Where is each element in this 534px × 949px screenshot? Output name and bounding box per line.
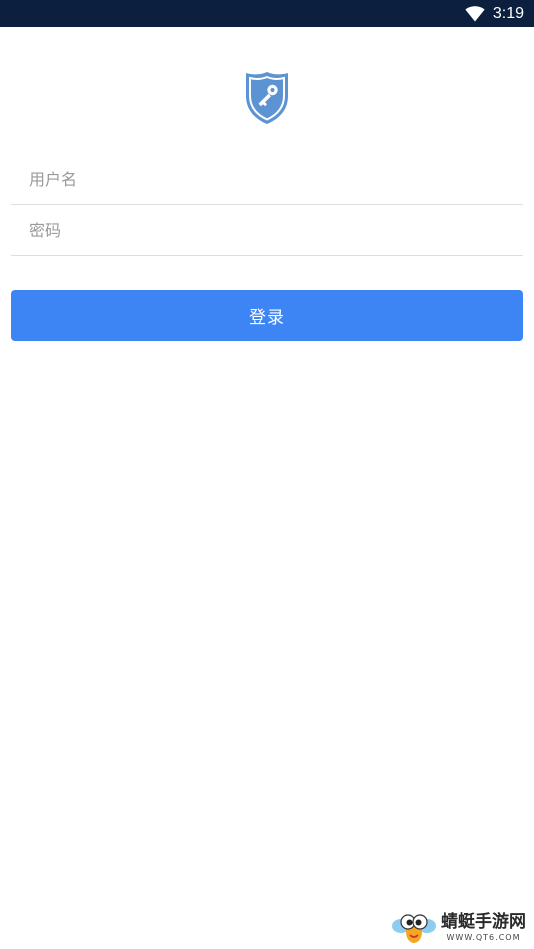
password-field[interactable]: [11, 205, 523, 256]
username-field[interactable]: [11, 154, 523, 205]
login-screen: 3:19 登录: [0, 0, 534, 949]
watermark-text: 蜻蜓手游网 WWW.QT6.COM: [441, 914, 526, 942]
status-bar: 3:19: [0, 0, 534, 27]
watermark-url: WWW.QT6.COM: [446, 933, 521, 942]
status-indicators: 3:19: [465, 0, 524, 27]
login-button[interactable]: 登录: [11, 290, 523, 341]
dragonfly-mascot-icon: [391, 911, 437, 945]
shield-key-icon: [244, 70, 290, 126]
status-time: 3:19: [492, 5, 524, 22]
wifi-icon: [465, 5, 485, 22]
username-input[interactable]: [11, 154, 523, 204]
watermark-title: 蜻蜓手游网: [441, 912, 526, 932]
password-input[interactable]: [11, 205, 523, 255]
site-watermark: 蜻蜓手游网 WWW.QT6.COM: [391, 910, 526, 946]
